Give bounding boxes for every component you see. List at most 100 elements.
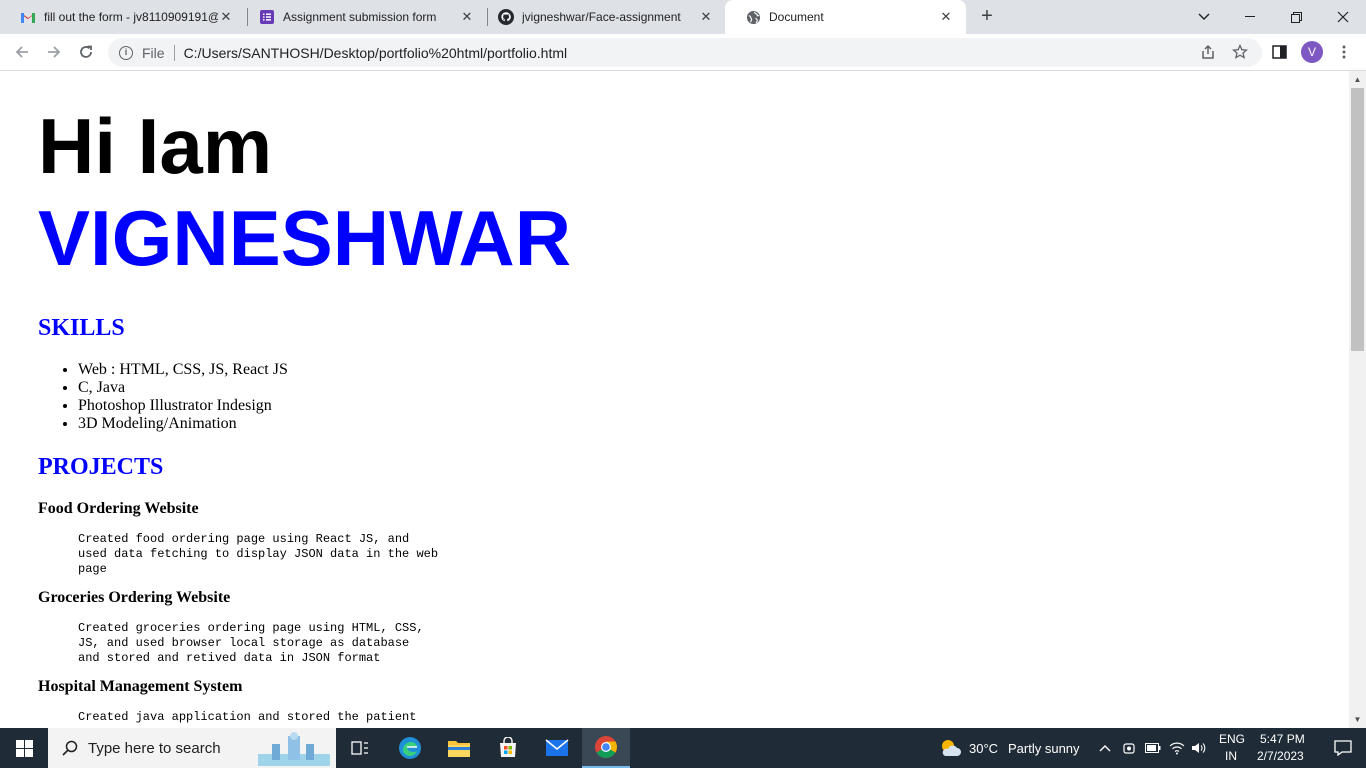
back-button[interactable] [10,40,34,64]
project-description: Created java application and stored the … [78,710,448,725]
meet-now-icon[interactable] [1121,740,1137,756]
notifications-button[interactable] [1320,728,1366,768]
share-icon [1202,44,1214,59]
taskbar-search[interactable]: Type here to search [48,728,336,768]
vertical-scrollbar[interactable]: ▲ ▼ [1349,71,1366,728]
description-line: Created food ordering page using React J… [78,532,410,546]
skills-list: Web : HTML, CSS, JS, React JS C, Java Ph… [78,361,288,433]
minimize-icon [1245,16,1255,17]
url-text[interactable]: C:/Users/SANTHOSH/Desktop/portfolio%20ht… [184,45,568,61]
reload-icon [80,45,92,58]
arrow-right-icon [48,46,61,58]
chevron-up-icon[interactable] [1097,740,1113,756]
projects-heading: PROJECTS [38,454,164,480]
wifi-icon[interactable] [1169,740,1185,756]
tab-close-icon[interactable]: ✕ [698,9,714,25]
arrow-left-icon [15,46,28,58]
profile-avatar[interactable]: V [1301,41,1323,63]
file-explorer-app[interactable] [435,728,483,768]
description-line: used data fetching to display JSON data … [78,547,439,561]
description-line: Created java application and stored the … [78,710,417,724]
project-description: Created food ordering page using React J… [78,532,448,577]
page-viewport: Hi Iam VIGNESHWAR SKILLS Web : HTML, CSS… [0,71,1349,728]
url-scheme-label: File [142,44,165,61]
search-icon [62,740,78,756]
windows-logo-icon [15,739,33,757]
address-bar[interactable]: i File C:/Users/SANTHOSH/Desktop/portfol… [108,38,1262,67]
skills-heading: SKILLS [38,315,125,341]
edge-icon [399,737,421,759]
mail-icon [545,739,569,756]
store-icon [500,737,516,757]
search-placeholder: Type here to search [88,739,221,757]
restore-button[interactable] [1273,0,1319,34]
tab-strip: fill out the form - jv8110909191@ ✕ Assi… [0,0,1366,34]
forms-icon [259,9,275,25]
share-button[interactable] [1198,42,1218,62]
tab-close-icon[interactable]: ✕ [218,9,234,25]
star-icon [1232,44,1248,59]
edge-app[interactable] [386,728,434,768]
browser-toolbar: i File C:/Users/SANTHOSH/Desktop/portfol… [0,34,1366,71]
tab-gmail[interactable]: fill out the form - jv8110909191@ ✕ [0,0,246,34]
side-panel-button[interactable] [1269,42,1289,62]
weather-temp[interactable]: 30°C [969,741,998,756]
tab-title: Assignment submission form [283,10,437,24]
tab-close-icon[interactable]: ✕ [938,9,954,25]
description-line: JS, and used browser local storage as da… [78,636,410,650]
chrome-app[interactable] [582,728,630,768]
tab-github[interactable]: jvigneshwar/Face-assignment ✕ [478,0,726,34]
description-line: Created groceries ordering page using HT… [78,621,424,635]
tab-title: Document [769,10,824,24]
reload-button[interactable] [74,40,98,64]
windows-taskbar: Type here to search 30°C Partly sunny EN… [0,728,1366,768]
folder-icon [448,741,470,757]
skill-item: C, Java [78,379,288,397]
chevron-down-icon [1198,13,1210,20]
info-icon[interactable]: i [119,45,133,60]
menu-button[interactable] [1334,42,1354,62]
language-indicator[interactable]: ENG [1219,732,1245,746]
forward-button[interactable] [42,40,66,64]
chrome-icon [595,736,617,758]
scroll-up-arrow[interactable]: ▲ [1349,71,1366,88]
description-line: and stored and retived data in JSON form… [78,651,381,665]
close-icon [1337,11,1349,23]
tab-search-button[interactable] [1181,0,1227,34]
battery-icon[interactable] [1145,740,1161,756]
mail-app[interactable] [533,728,581,768]
task-view-button[interactable] [336,728,384,768]
tab-close-icon[interactable]: ✕ [459,9,475,25]
volume-icon[interactable] [1191,740,1207,756]
greeting-heading: Hi Iam [38,102,273,190]
start-button[interactable] [0,728,48,768]
kebab-menu-icon [1342,45,1346,59]
project-description: Created groceries ordering page using HT… [78,621,448,666]
skill-item: 3D Modeling/Animation [78,415,288,433]
tab-assignment-form[interactable]: Assignment submission form ✕ [239,0,487,34]
skill-item: Web : HTML, CSS, JS, React JS [78,361,288,379]
weather-condition[interactable]: Partly sunny [1008,741,1080,756]
scroll-thumb[interactable] [1351,88,1364,351]
name-heading: VIGNESHWAR [38,194,572,282]
github-icon [498,9,514,25]
new-tab-button[interactable]: + [976,6,998,28]
search-highlight-illustration [258,732,330,766]
restore-icon [1290,11,1302,23]
scroll-down-arrow[interactable]: ▼ [1349,711,1366,728]
tab-title: jvigneshwar/Face-assignment [522,10,681,24]
weather-icon[interactable] [939,738,961,758]
notification-icon [1334,740,1352,756]
store-app[interactable] [484,728,532,768]
bookmark-button[interactable] [1230,42,1250,62]
clock-time[interactable]: 5:47 PM [1260,732,1305,746]
close-window-button[interactable] [1320,0,1366,34]
region-indicator[interactable]: IN [1225,749,1237,763]
clock-date[interactable]: 2/7/2023 [1257,749,1304,763]
globe-icon [745,9,761,25]
side-panel-icon [1271,45,1287,59]
tab-document[interactable]: Document ✕ [725,0,966,34]
minimize-button[interactable] [1227,0,1273,34]
description-line: page [78,562,107,576]
omnibox-divider [173,44,175,61]
